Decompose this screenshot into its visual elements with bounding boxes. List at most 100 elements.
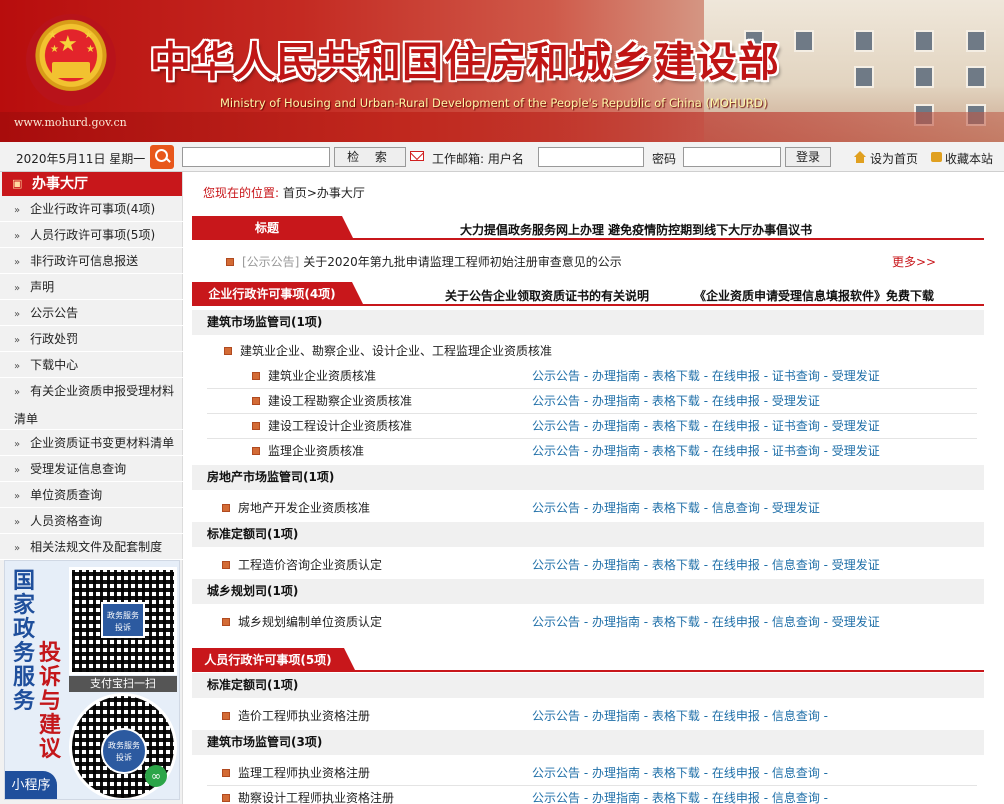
group-heading: 建筑市场监管司(1项) bbox=[192, 310, 984, 335]
sidebar-item-unit-qualification-query[interactable]: » 单位资质查询 bbox=[0, 482, 183, 508]
table-row[interactable]: 勘察设计工程师执业资格注册 公示公告 - 办理指南 - 表格下载 - 在线申报 … bbox=[207, 786, 977, 804]
sidebar-item-certificate-changes[interactable]: » 企业资质证书变更材料清单 bbox=[0, 430, 183, 456]
row-links[interactable]: 公示公告 - 办理指南 - 表格下载 - 在线申报 - 信息查询 - bbox=[532, 704, 828, 729]
breadcrumb: 您现在的位置: 首页>办事大厅 bbox=[203, 184, 365, 201]
group-heading: 建筑市场监管司(3项) bbox=[192, 730, 984, 755]
table-row[interactable]: 房地产开发企业资质核准 公示公告 - 办理指南 - 表格下载 - 信息查询 - … bbox=[207, 496, 977, 521]
bullet-icon bbox=[222, 793, 230, 802]
sidebar-item-qualification-materials[interactable]: » 有关企业资质申报受理材料清单 bbox=[0, 378, 183, 430]
bullet-icon bbox=[226, 257, 234, 266]
ministry-title: 中华人民共和国住房和城乡建设部 bbox=[150, 38, 780, 86]
bullet-icon bbox=[224, 346, 232, 355]
bookmark-icon bbox=[931, 152, 942, 162]
table-row[interactable]: 造价工程师执业资格注册 公示公告 - 办理指南 - 表格下载 - 在线申报 - … bbox=[207, 704, 977, 729]
bullet-icon bbox=[222, 503, 230, 512]
password-label: 密码 bbox=[652, 152, 677, 166]
sidebar-item-enterprise-permits[interactable]: » 企业行政许可事项(4项) bbox=[0, 196, 183, 222]
bullet-icon bbox=[252, 446, 260, 455]
sidebar-item-downloads[interactable]: » 下载中心 bbox=[0, 352, 183, 378]
sidebar-menu: » 企业行政许可事项(4项) » 人员行政许可事项(5项) » 非行政许可信息报送 »… bbox=[0, 196, 183, 560]
table-row[interactable]: 工程造价咨询企业资质认定 公示公告 - 办理指南 - 表格下载 - 在线申报 -… bbox=[207, 553, 977, 578]
search-icon[interactable] bbox=[150, 145, 174, 169]
bookmark-link[interactable]: 收藏本站 bbox=[945, 150, 993, 167]
bullet-icon bbox=[222, 617, 230, 626]
username-input[interactable] bbox=[538, 147, 644, 167]
software-download-link[interactable]: 《企业资质申请受理信息填报软件》免费下载 bbox=[694, 287, 934, 304]
mailbox-label: 工作邮箱: 用户名 bbox=[432, 152, 524, 166]
table-row[interactable]: 监理企业资质核准 公示公告 - 办理指南 - 表格下载 - 在线申报 - 证书查… bbox=[207, 439, 977, 464]
sidebar-item-personnel-query[interactable]: » 人员资格查询 bbox=[0, 508, 183, 534]
set-homepage-link[interactable]: 设为首页 bbox=[870, 150, 918, 167]
section-enterprise-bar: 企业行政许可事项(4项) 关于公告企业领取资质证书的有关说明 《企业资质申请受理… bbox=[192, 282, 984, 306]
complaint-promo-panel[interactable]: 国家政务服务 投诉与建议 政务服务 投诉 支付宝扫一扫 政务服务 投诉 小程序 … bbox=[4, 560, 180, 800]
promo-badge: 政务服务 投诉 bbox=[101, 602, 145, 638]
table-row[interactable]: 建设工程设计企业资质核准 公示公告 - 办理指南 - 表格下载 - 在线申报 -… bbox=[207, 414, 977, 439]
tab-personnel-permits[interactable]: 人员行政许可事项(5项) bbox=[192, 648, 356, 672]
header-banner: ★ ★ ★ ★ ★ www.mohurd.gov.cn 中华人民共和国住房和城乡建设部 … bbox=[0, 0, 1004, 142]
home-icon bbox=[854, 151, 866, 163]
group-heading: 标准定额司(1项) bbox=[192, 522, 984, 547]
main-content: 您现在的位置: 首页>办事大厅 标题 大力提倡政务服务网上办理 避免疫情防控期到… bbox=[192, 172, 992, 804]
notice-tag: [公示公告] bbox=[242, 255, 300, 269]
sidebar: 办事大厅 »企业行政许可事项(4项) »人员行政许可事项(5项) »非行政许可信… bbox=[0, 172, 183, 804]
promo-subtitle: 投诉与建议 bbox=[39, 640, 62, 762]
mail-icon bbox=[410, 151, 424, 161]
table-row[interactable]: 监理工程师执业资格注册 公示公告 - 办理指南 - 表格下载 - 在线申报 - … bbox=[207, 761, 977, 786]
row-links[interactable]: 公示公告 - 办理指南 - 表格下载 - 在线申报 - 信息查询 - bbox=[532, 786, 828, 804]
tab-enterprise-permits[interactable]: 企业行政许可事项(4项) bbox=[192, 282, 364, 306]
group-heading: 城乡规划司(1项) bbox=[192, 579, 984, 604]
headline-link[interactable]: 大力提倡政务服务网上办理 避免疫情防控期到线下大厅办事倡议书 bbox=[460, 221, 812, 238]
top-toolbar: 2020年5月11日 星期一 检 索 工作邮箱: 用户名 密码 登录 设为首页 … bbox=[0, 142, 1004, 172]
tab-title: 标题 bbox=[192, 216, 354, 240]
sidebar-item-announcements[interactable]: » 公示公告 bbox=[0, 300, 183, 326]
bullet-icon bbox=[222, 768, 230, 777]
section-personnel-bar: 人员行政许可事项(5项) bbox=[192, 648, 984, 672]
row-links[interactable]: 公示公告 - 办理指南 - 表格下载 - 在线申报 - 信息查询 - 受理发证 bbox=[532, 610, 880, 635]
sidebar-item-penalties[interactable]: » 行政处罚 bbox=[0, 326, 183, 352]
national-emblem-logo: ★ ★ ★ ★ ★ bbox=[26, 14, 116, 106]
row-links[interactable]: 公示公告 - 办理指南 - 表格下载 - 在线申报 - 证书查询 - 受理发证 bbox=[532, 414, 880, 439]
sidebar-item-non-permit-report[interactable]: » 非行政许可信息报送 bbox=[0, 248, 183, 274]
promo-caption: 支付宝扫一扫 bbox=[69, 676, 177, 692]
table-row[interactable]: 城乡规划编制单位资质认定 公示公告 - 办理指南 - 表格下载 - 在线申报 -… bbox=[207, 610, 977, 635]
row-links[interactable]: 公示公告 - 办理指南 - 表格下载 - 在线申报 - 受理发证 bbox=[532, 389, 820, 414]
sidebar-item-acceptance-query[interactable]: » 受理发证信息查询 bbox=[0, 456, 183, 482]
certificate-notice-link[interactable]: 关于公告企业领取资质证书的有关说明 bbox=[445, 287, 649, 304]
qr-code-icon: 政务服务 投诉 bbox=[69, 567, 177, 675]
mini-program-tag: 小程序 bbox=[5, 771, 57, 799]
login-button[interactable]: 登录 bbox=[785, 147, 831, 167]
bullet-icon bbox=[252, 396, 260, 405]
sidebar-item-statement[interactable]: » 声明 bbox=[0, 274, 183, 300]
search-button[interactable]: 检 索 bbox=[334, 147, 406, 167]
parent-item[interactable]: 建筑业企业、勘察企业、设计企业、工程监理企业资质核准 bbox=[224, 339, 994, 364]
group-heading: 房地产市场监管司(1项) bbox=[192, 465, 984, 490]
breadcrumb-path[interactable]: 首页>办事大厅 bbox=[283, 186, 365, 200]
sidebar-item-regulations[interactable]: » 相关法规文件及配套制度 bbox=[0, 534, 183, 560]
group-heading: 标准定额司(1项) bbox=[192, 673, 984, 698]
row-links[interactable]: 公示公告 - 办理指南 - 表格下载 - 在线申报 - 信息查询 - 受理发证 bbox=[532, 553, 880, 578]
promo-badge-2: 政务服务 投诉 bbox=[101, 728, 147, 774]
bullet-icon bbox=[222, 560, 230, 569]
notice-text[interactable]: 关于2020年第九批申请监理工程师初始注册审查意见的公示 bbox=[303, 255, 622, 269]
row-links[interactable]: 公示公告 - 办理指南 - 表格下载 - 在线申报 - 证书查询 - 受理发证 bbox=[532, 364, 880, 389]
password-input[interactable] bbox=[683, 147, 781, 167]
notice-item[interactable]: [公示公告] 关于2020年第九批申请监理工程师初始注册审查意见的公示 bbox=[226, 253, 622, 270]
promo-title: 国家政务服务 bbox=[13, 568, 36, 714]
row-links[interactable]: 公示公告 - 办理指南 - 表格下载 - 在线申报 - 证书查询 - 受理发证 bbox=[532, 439, 880, 464]
headline-bar: 标题 大力提倡政务服务网上办理 避免疫情防控期到线下大厅办事倡议书 bbox=[192, 216, 984, 240]
sidebar-item-personnel-permits[interactable]: » 人员行政许可事项(5项) bbox=[0, 222, 183, 248]
wechat-mini-icon: ∞ bbox=[145, 765, 167, 787]
site-url: www.mohurd.gov.cn bbox=[14, 116, 127, 129]
bullet-icon bbox=[222, 711, 230, 720]
sidebar-heading: 办事大厅 bbox=[2, 172, 182, 196]
search-input[interactable] bbox=[182, 147, 330, 167]
table-row[interactable]: 建筑业企业资质核准 公示公告 - 办理指南 - 表格下载 - 在线申报 - 证书… bbox=[207, 364, 977, 389]
row-links[interactable]: 公示公告 - 办理指南 - 表格下载 - 在线申报 - 信息查询 - bbox=[532, 761, 828, 786]
row-links[interactable]: 公示公告 - 办理指南 - 表格下载 - 信息查询 - 受理发证 bbox=[532, 496, 820, 521]
bullet-icon bbox=[252, 371, 260, 380]
current-date: 2020年5月11日 星期一 bbox=[16, 152, 146, 166]
ministry-title-en: Ministry of Housing and Urban-Rural Deve… bbox=[220, 96, 768, 110]
more-link[interactable]: 更多>> bbox=[892, 253, 936, 270]
table-row[interactable]: 建设工程勘察企业资质核准 公示公告 - 办理指南 - 表格下载 - 在线申报 -… bbox=[207, 389, 977, 414]
bullet-icon bbox=[252, 421, 260, 430]
